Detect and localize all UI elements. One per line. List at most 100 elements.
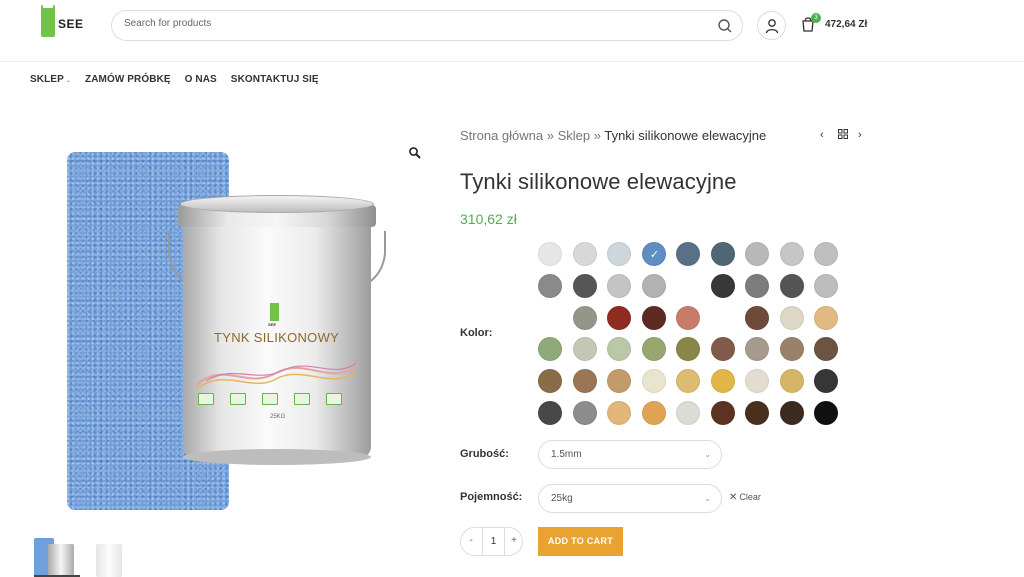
color-swatch[interactable] <box>641 337 666 362</box>
color-swatch[interactable] <box>641 369 666 394</box>
product-bucket-image: SEE TYNK SILIKONOWY 25KG <box>168 195 388 470</box>
product-gallery: SEE TYNK SILIKONOWY 25KG <box>30 140 430 520</box>
color-swatch[interactable] <box>779 305 804 330</box>
clear-selection-link[interactable]: ✕ Clear <box>729 492 761 503</box>
feature-icon <box>262 393 278 405</box>
account-button[interactable] <box>757 11 786 40</box>
color-swatch[interactable] <box>607 242 631 266</box>
color-swatch[interactable] <box>745 401 769 425</box>
thumbnail-bucket <box>96 544 122 577</box>
chevron-right-icon[interactable]: › <box>858 129 862 141</box>
color-swatch[interactable] <box>814 337 838 362</box>
feature-icon <box>294 393 310 405</box>
chevron-left-icon[interactable]: ‹ <box>820 129 824 141</box>
bucket-bottom <box>183 449 371 465</box>
add-to-cart-button[interactable]: ADD TO CART <box>538 527 623 556</box>
color-swatch[interactable] <box>676 242 700 266</box>
close-icon: ✕ <box>729 492 738 503</box>
color-swatch[interactable] <box>538 242 562 266</box>
color-swatch[interactable] <box>710 337 735 362</box>
color-swatch[interactable] <box>710 273 735 298</box>
color-swatch[interactable] <box>814 273 838 298</box>
thickness-select[interactable]: 1.5mm ⌄ <box>538 440 722 469</box>
color-swatch[interactable] <box>538 401 562 425</box>
color-swatch[interactable] <box>641 273 666 298</box>
cart-count-badge: 3 <box>811 13 821 23</box>
color-swatch[interactable] <box>814 242 838 266</box>
nav-item-shop[interactable]: SKLEP ⌄ <box>30 74 71 88</box>
grid-icon[interactable] <box>838 129 848 142</box>
color-swatch[interactable] <box>745 273 769 298</box>
color-swatch[interactable] <box>538 337 562 362</box>
color-swatch[interactable] <box>676 369 700 394</box>
color-swatch[interactable] <box>779 273 804 298</box>
color-swatch[interactable] <box>710 242 735 266</box>
checkmark-icon: ✓ <box>649 249 660 261</box>
color-swatch[interactable] <box>779 369 804 394</box>
feature-icon <box>326 393 342 405</box>
zoom-icon[interactable] <box>408 146 422 160</box>
color-swatch[interactable] <box>641 305 666 330</box>
color-swatch[interactable]: ✓ <box>641 242 666 266</box>
quantity-input[interactable]: 1 <box>482 528 505 555</box>
cart-total: 472,64 Zł <box>825 19 868 30</box>
color-swatch[interactable] <box>572 305 597 330</box>
product-price: 310,62 zł <box>460 211 517 227</box>
color-swatch[interactable] <box>814 401 838 425</box>
thickness-value: 1.5mm <box>551 449 582 460</box>
color-swatch[interactable] <box>538 273 562 298</box>
nav-item-about[interactable]: O NAS <box>185 74 217 88</box>
feature-icon <box>230 393 246 405</box>
color-swatch[interactable] <box>745 242 769 266</box>
capacity-select[interactable]: 25kg ⌄ <box>538 484 722 513</box>
color-swatch[interactable] <box>814 369 838 394</box>
quantity-decrease-button[interactable]: - <box>465 535 477 546</box>
bucket-logo-mark <box>270 303 279 321</box>
color-swatch[interactable] <box>779 401 804 425</box>
breadcrumb-home[interactable]: Strona główna <box>460 128 543 143</box>
product-navigation: ‹ › <box>820 129 868 143</box>
color-swatch[interactable] <box>745 337 769 362</box>
search-icon[interactable] <box>716 17 734 35</box>
breadcrumb-shop[interactable]: Sklep <box>558 128 591 143</box>
bucket-wave-graphic <box>196 362 356 390</box>
site-logo[interactable]: SEE <box>40 5 96 39</box>
quantity-increase-button[interactable]: + <box>508 535 520 546</box>
color-swatch[interactable] <box>572 369 597 394</box>
nav-item-contact[interactable]: SKONTAKTUJ SIĘ <box>231 74 319 88</box>
color-swatch[interactable] <box>607 401 631 425</box>
color-swatch[interactable] <box>607 369 631 394</box>
color-label: Kolor: <box>460 327 493 339</box>
clear-label: Clear <box>739 492 761 502</box>
color-swatch[interactable] <box>676 337 700 362</box>
thumbnail-1[interactable] <box>34 538 80 577</box>
color-swatch[interactable] <box>676 305 700 330</box>
color-swatch[interactable] <box>572 242 597 266</box>
capacity-value: 25kg <box>551 493 573 504</box>
color-swatch[interactable] <box>538 369 562 394</box>
color-swatch[interactable] <box>641 401 666 425</box>
color-swatch[interactable] <box>710 401 735 425</box>
bucket-lid <box>180 195 374 213</box>
color-swatch[interactable] <box>814 305 838 330</box>
bucket-weight: 25KG <box>270 414 286 420</box>
color-swatch[interactable] <box>607 337 631 362</box>
color-swatch[interactable] <box>607 273 631 298</box>
color-swatches: ✓ <box>538 242 850 426</box>
nav-item-order-sample[interactable]: ZAMÓW PRÓBKĘ <box>85 74 171 88</box>
color-swatch[interactable] <box>676 401 700 425</box>
color-swatch[interactable] <box>572 401 597 425</box>
color-swatch[interactable] <box>710 369 735 394</box>
quantity-stepper: - 1 + <box>460 527 523 556</box>
color-swatch[interactable] <box>745 369 769 394</box>
search-input[interactable] <box>124 18 704 29</box>
color-swatch[interactable] <box>779 242 804 266</box>
cart-widget[interactable]: 3 472,64 Zł <box>800 13 880 36</box>
color-swatch[interactable] <box>607 305 631 330</box>
thumbnail-2[interactable] <box>90 538 130 577</box>
color-swatch[interactable] <box>572 273 597 298</box>
chevron-down-icon: ⌄ <box>65 78 71 84</box>
color-swatch[interactable] <box>572 337 597 362</box>
color-swatch[interactable] <box>779 337 804 362</box>
color-swatch[interactable] <box>745 305 769 330</box>
